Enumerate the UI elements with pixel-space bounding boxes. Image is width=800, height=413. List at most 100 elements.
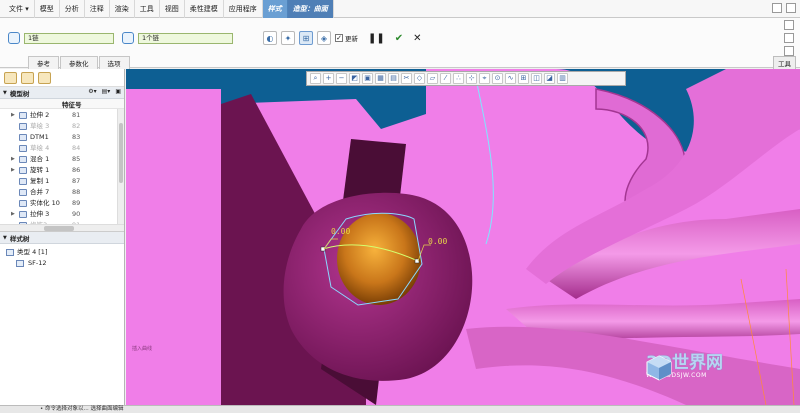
menu-analysis[interactable]: 分析 [60, 0, 85, 18]
confirm-button[interactable]: ✔ [395, 33, 403, 44]
feature-number: 84 [72, 144, 81, 152]
model-tree-tab-icon[interactable] [4, 72, 17, 84]
tree-item[interactable]: 实体化 10 89 [0, 198, 124, 209]
tab-style-surface[interactable]: 造型：曲面 [287, 0, 334, 18]
update-label: 更新 [345, 35, 358, 43]
view-toolbar: ⌕ + − ◩ ▣ ▦ ▤ ✂ ◇ ▱ ⁄ ∴ ⊹ ⌖ ⊙ ∿ ⊞ ◫ ◪ ▥ [306, 71, 626, 86]
pause-button[interactable]: ❚❚ [368, 33, 385, 44]
zoom-out-icon[interactable]: − [336, 73, 347, 84]
menu-model[interactable]: 模型 [35, 0, 60, 18]
folder-browser-icon[interactable] [21, 72, 34, 84]
hscroll-thumb[interactable] [44, 226, 74, 231]
show-icon[interactable]: ▤▾ [102, 88, 111, 95]
menu-annotate[interactable]: 注释 [85, 0, 110, 18]
model-tree-hscrollbar[interactable] [0, 224, 124, 232]
tab-style[interactable]: 样式 [262, 0, 288, 18]
plane-display-icon[interactable]: ▱ [427, 73, 438, 84]
graphics-viewport[interactable]: ⌕ + − ◩ ▣ ▦ ▤ ✂ ◇ ▱ ⁄ ∴ ⊹ ⌖ ⊙ ∿ ⊞ ◫ ◪ ▥ … [126, 69, 800, 405]
shading-icon[interactable]: ▣ [362, 73, 373, 84]
section-icon[interactable]: ✂ [401, 73, 412, 84]
feature-icon [19, 211, 27, 218]
layer-icon[interactable]: ◫ [531, 73, 542, 84]
tree-item[interactable]: ▶ 旋转 1 86 [0, 165, 124, 176]
tree-item[interactable]: ▶ 拉伸 2 81 [0, 110, 124, 121]
expand-arrow-icon[interactable]: ▶ [11, 209, 15, 220]
spin-center-icon[interactable]: ⊙ [492, 73, 503, 84]
collapse-arrow-icon[interactable]: ▼ [3, 235, 7, 241]
menu-view[interactable]: 视图 [160, 0, 185, 18]
curve-network-button[interactable]: ⊞ [299, 31, 313, 45]
menu-file[interactable]: 文件 ▾ [4, 0, 35, 18]
expand-arrow-icon[interactable]: ▶ [11, 165, 15, 176]
tree-item[interactable]: 复制 1 87 [0, 176, 124, 187]
grid-icon[interactable]: ⊞ [518, 73, 529, 84]
axis-display-icon[interactable]: ⁄ [440, 73, 451, 84]
minimize-ribbon-icon[interactable] [772, 3, 782, 13]
feature-icon [19, 145, 27, 152]
tree-item[interactable]: 草绘 3 82 [0, 121, 124, 132]
annotation-display-icon[interactable]: ⌖ [479, 73, 490, 84]
model-tree-header[interactable]: ▼ 模型树 ⚙▾ ▤▾ ▣ [0, 87, 124, 99]
favorites-icon[interactable] [38, 72, 51, 84]
curve-display-icon[interactable]: ∿ [505, 73, 516, 84]
feature-number-column[interactable]: 特征号 [0, 99, 124, 109]
tab-options[interactable]: 选项 [98, 56, 130, 69]
tab-parameterization[interactable]: 参数化 [60, 56, 98, 69]
update-checkbox[interactable]: ✓ 更新 [335, 33, 358, 43]
view-manager-icon[interactable]: ▤ [388, 73, 399, 84]
primary-chain-field[interactable]: 1链 [24, 32, 114, 44]
style-tree-header[interactable]: ▼ 样式树 [0, 232, 124, 244]
tree-item[interactable]: 草绘 4 84 [0, 143, 124, 154]
window-controls [772, 3, 796, 13]
expand-arrow-icon[interactable]: ▶ [11, 154, 15, 165]
datum-display-icon[interactable]: ◇ [414, 73, 425, 84]
filter-icon[interactable]: ▣ [115, 88, 121, 95]
settings-icon[interactable]: ⚙▾ [88, 88, 96, 95]
point-display-icon[interactable]: ∴ [453, 73, 464, 84]
collapse-arrow-icon[interactable]: ▼ [3, 90, 7, 96]
menu-applications[interactable]: 应用程序 [224, 0, 263, 18]
tree-item[interactable]: 合并 7 88 [0, 187, 124, 198]
feature-name: 旋转 1 [30, 166, 50, 174]
surface-options-button[interactable]: ◐ [263, 31, 277, 45]
refit-icon[interactable]: ⌕ [310, 73, 321, 84]
csys-display-icon[interactable]: ⊹ [466, 73, 477, 84]
dimension-label[interactable]: 0.00 [331, 227, 350, 236]
cross-chain-field[interactable]: 1个链 [138, 32, 233, 44]
style-tree-title: 样式树 [9, 234, 30, 243]
scroll-thumb[interactable] [119, 123, 123, 183]
primary-chain-icon [8, 32, 20, 44]
zoom-in-icon[interactable]: + [323, 73, 334, 84]
style-tree-item[interactable]: SF-12 [0, 258, 124, 269]
perspective-icon[interactable]: ◪ [544, 73, 555, 84]
help-icon[interactable] [786, 3, 796, 13]
tools-group-label[interactable]: 工具 [773, 56, 796, 70]
menu-tools[interactable]: 工具 [135, 0, 160, 18]
navigator-tabs [0, 69, 124, 87]
saved-views-icon[interactable]: ▦ [375, 73, 386, 84]
expand-arrow-icon[interactable]: ▶ [11, 110, 15, 121]
tree-item[interactable]: DTM1 83 [0, 132, 124, 143]
blend-button[interactable]: ✦ [281, 31, 295, 45]
preview-button[interactable]: ◈ [317, 31, 331, 45]
tree-item[interactable]: ▶ 拉伸 3 90 [0, 209, 124, 220]
style-type-label: 类型 4 [1] [17, 248, 48, 256]
style-tree-item[interactable]: 类型 4 [1] [0, 247, 124, 258]
menu-render[interactable]: 渲染 [110, 0, 135, 18]
cancel-button[interactable]: ✕ [413, 33, 421, 44]
tool-analysis-icon[interactable] [784, 20, 794, 30]
tool-check-icon[interactable] [784, 46, 794, 56]
repaint-icon[interactable]: ◩ [349, 73, 360, 84]
view-normal-icon[interactable]: ▥ [557, 73, 568, 84]
model-tree-scrollbar[interactable] [117, 109, 124, 224]
dimension-label[interactable]: 0.00 [428, 237, 447, 246]
tab-references[interactable]: 参考 [28, 56, 59, 69]
tree-item[interactable]: ▶ 混合 1 85 [0, 154, 124, 165]
update-check-icon: ✓ [335, 34, 343, 42]
tool-display-icon[interactable] [784, 33, 794, 43]
feature-number: 85 [72, 155, 81, 163]
menu-flexible-modeling[interactable]: 柔性建模 [185, 0, 224, 18]
surface-icon [16, 260, 24, 267]
dashboard-tabs: 参考 参数化 选项 [28, 56, 131, 69]
navigator-panel: ▼ 模型树 ⚙▾ ▤▾ ▣ 特征号 ▶ 拉伸 2 81 草绘 3 82 DTM1 83 草绘 … [0, 69, 125, 405]
